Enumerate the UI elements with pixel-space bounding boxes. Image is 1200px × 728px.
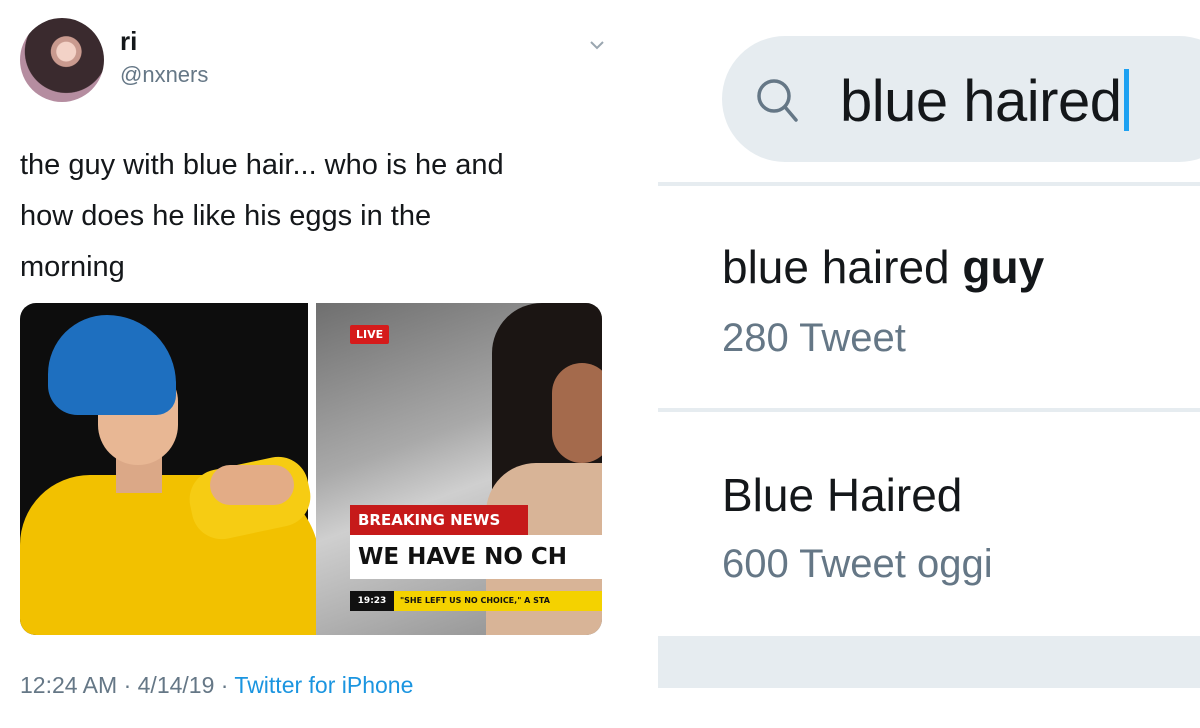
- search-query: blue haired: [840, 69, 1122, 134]
- suggestion-title-bold: guy: [962, 241, 1045, 293]
- avatar[interactable]: [20, 18, 104, 102]
- photo-blue-hair: [48, 315, 176, 415]
- chevron-down-icon[interactable]: [588, 36, 606, 54]
- tweet-text-line: how does he like his eggs in the: [20, 200, 432, 232]
- search-header: blue haired: [658, 0, 1200, 180]
- photo-hand: [210, 465, 294, 505]
- tweet-time[interactable]: 12:24 AM: [20, 672, 117, 698]
- suggestion-count: 600 Tweet oggi: [722, 542, 993, 586]
- photo-face: [552, 363, 602, 463]
- suggestion-title-text: Blue Haired: [722, 469, 963, 521]
- meta-separator: ·: [117, 672, 138, 698]
- ticker-text: "SHE LEFT US NO CHOICE," A STA: [394, 591, 602, 611]
- tweet-card: ri @nxners the guy with blue hair... who…: [0, 0, 640, 728]
- divider: [658, 408, 1200, 412]
- tweet-meta: 12:24 AM · 4/14/19 · Twitter for iPhone: [20, 672, 413, 699]
- display-name[interactable]: ri: [120, 26, 137, 57]
- tweet-date[interactable]: 4/14/19: [138, 672, 215, 698]
- ticker-time: 19:23: [350, 591, 394, 611]
- text-caret: [1123, 69, 1129, 131]
- tweet-text: the guy with blue hair... who is he and …: [20, 140, 620, 293]
- breaking-news-label: BREAKING NEWS: [350, 505, 528, 535]
- live-badge: LIVE: [350, 325, 390, 344]
- list-footer: [658, 640, 1200, 688]
- suggestion-count: 280 Tweet: [722, 316, 906, 360]
- suggestion-title: Blue Haired: [722, 468, 962, 522]
- news-headline: WE HAVE NO CH: [350, 535, 602, 579]
- tweet-text-line: morning: [20, 251, 125, 283]
- divider: [658, 182, 1200, 186]
- suggestion-title: blue haired guy: [722, 240, 1044, 294]
- user-handle[interactable]: @nxners: [120, 62, 208, 88]
- media-photo-left[interactable]: [20, 303, 320, 635]
- meta-separator: ·: [214, 672, 235, 698]
- search-input[interactable]: blue haired: [840, 68, 1129, 135]
- search-panel: blue haired blue haired guy 280 Tweet Bl…: [658, 0, 1200, 728]
- media-photo-right[interactable]: LIVE BREAKING NEWS WE HAVE NO CH 19:23 "…: [316, 303, 602, 635]
- tweet-source-link[interactable]: Twitter for iPhone: [234, 672, 413, 698]
- tweet-text-line: the guy with blue hair... who is he and: [20, 149, 504, 181]
- panel-divider: [640, 0, 658, 728]
- tweet-media[interactable]: LIVE BREAKING NEWS WE HAVE NO CH 19:23 "…: [20, 303, 602, 635]
- suggestion-title-text: blue haired: [722, 241, 963, 293]
- search-icon: [757, 79, 798, 122]
